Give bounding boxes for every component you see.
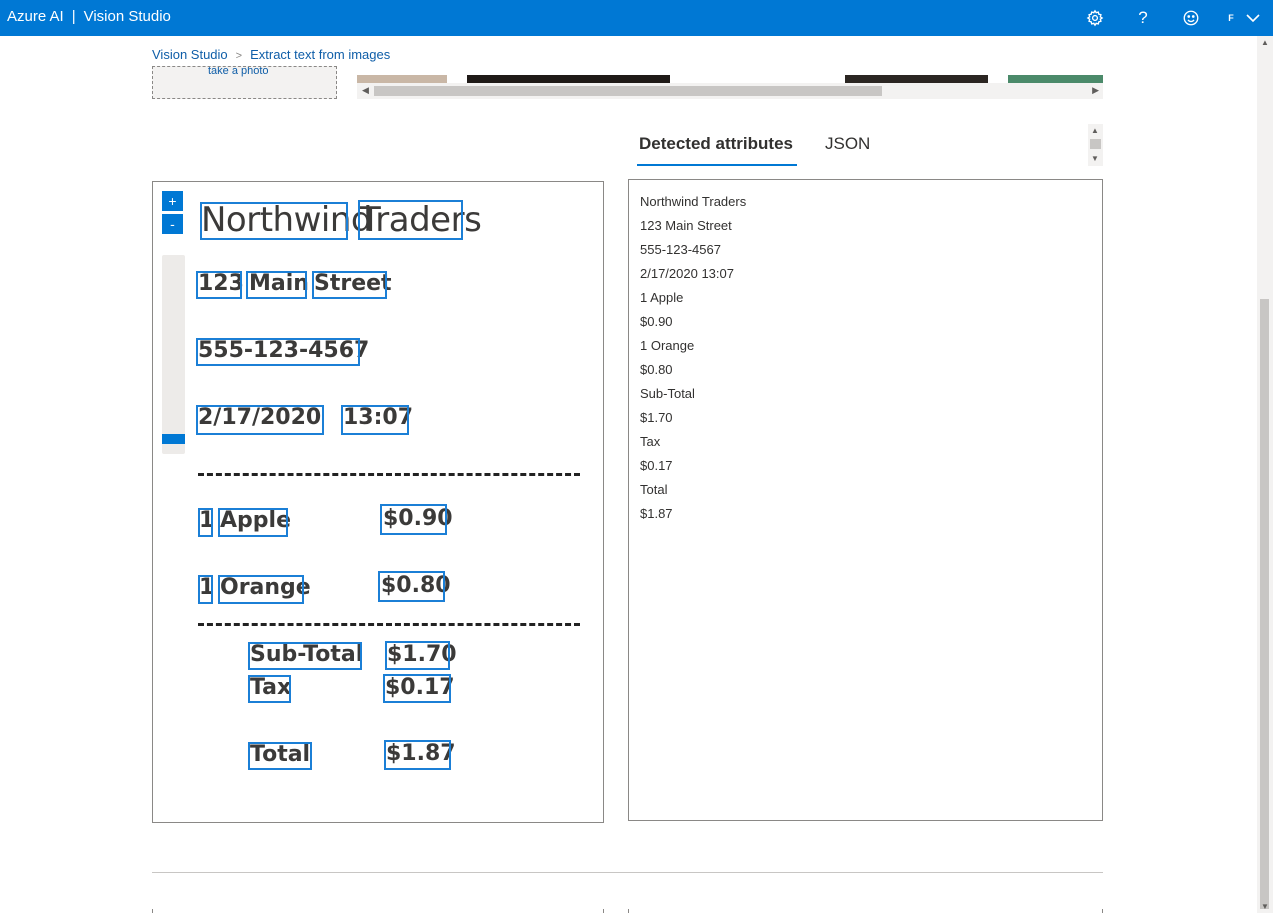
bounding-box[interactable]	[218, 575, 304, 604]
brand-vision-studio: Vision Studio	[83, 8, 171, 25]
sample-thumbnails	[357, 75, 1103, 83]
brand-azure-ai: Azure AI	[7, 8, 64, 25]
panel-edge	[152, 909, 153, 913]
sample-thumbnail[interactable]	[467, 75, 670, 83]
zoom-slider[interactable]	[162, 255, 185, 454]
detected-lines-list: Northwind Traders 123 Main Street 555-12…	[640, 190, 746, 526]
breadcrumb: Vision Studio > Extract text from images	[152, 47, 390, 62]
detected-line: Total	[640, 482, 668, 497]
bounding-box[interactable]	[248, 642, 362, 670]
sample-thumbnail[interactable]	[1008, 75, 1103, 83]
detected-line: Northwind Traders	[640, 194, 747, 209]
image-preview-panel: + - Northwind Traders 123 Main Street 55…	[152, 181, 604, 823]
sample-thumbnail[interactable]	[357, 75, 447, 83]
breadcrumb-extract-text[interactable]: Extract text from images	[250, 47, 390, 62]
scroll-down-icon[interactable]: ▼	[1261, 902, 1269, 911]
detected-line: $1.87	[640, 506, 673, 521]
scroll-up-icon[interactable]: ▲	[1261, 38, 1269, 47]
sample-thumbnail[interactable]	[845, 75, 988, 83]
bounding-box[interactable]	[198, 575, 213, 604]
bounding-box[interactable]	[380, 504, 447, 535]
user-avatar[interactable]: F	[1219, 6, 1243, 30]
help-icon[interactable]: ?	[1131, 6, 1155, 30]
bounding-box[interactable]	[385, 641, 450, 670]
bounding-box[interactable]	[383, 674, 451, 703]
bounding-box[interactable]	[384, 740, 451, 770]
detected-line: $0.90	[640, 314, 673, 329]
panel-edge	[1102, 909, 1103, 913]
breadcrumb-vision-studio[interactable]: Vision Studio	[152, 47, 228, 62]
bounding-box[interactable]	[218, 508, 288, 537]
detected-line: $0.17	[640, 458, 673, 473]
bounding-box[interactable]	[196, 271, 242, 299]
page-scrollbar[interactable]: ▲ ▼	[1257, 36, 1273, 913]
bounding-box[interactable]	[358, 200, 463, 240]
detected-line: Tax	[640, 434, 661, 449]
receipt-divider	[198, 623, 580, 626]
tab-json[interactable]: JSON	[825, 134, 870, 154]
bounding-box[interactable]	[312, 271, 387, 299]
scroll-down-icon[interactable]: ▼	[1091, 154, 1099, 163]
tab-detected-attributes[interactable]: Detected attributes	[637, 134, 797, 166]
top-bar: Azure AI | Vision Studio ? F	[0, 0, 1273, 36]
upload-label: take a photo	[208, 66, 269, 77]
detected-line: Sub-Total	[640, 386, 695, 401]
scrollbar-thumb[interactable]	[1260, 299, 1269, 909]
detected-line: 2/17/2020 13:07	[640, 266, 734, 281]
panel-edge	[628, 909, 629, 913]
detected-line: $0.80	[640, 362, 673, 377]
brand-separator: |	[71, 8, 76, 25]
bounding-box[interactable]	[196, 338, 360, 366]
chevron-down-icon[interactable]	[1241, 6, 1265, 30]
chevron-right-icon: >	[235, 50, 243, 62]
bounding-box[interactable]	[246, 271, 307, 299]
detected-line: $1.70	[640, 410, 673, 425]
zoom-in-button[interactable]: +	[162, 191, 183, 211]
section-divider	[152, 872, 1103, 873]
bounding-box[interactable]	[341, 405, 409, 435]
panel-edge	[603, 909, 604, 913]
zoom-slider-handle[interactable]	[162, 434, 185, 444]
scroll-right-icon[interactable]: ▶	[1092, 85, 1099, 96]
detected-attributes-panel: Northwind Traders 123 Main Street 555-12…	[628, 179, 1103, 821]
bounding-box[interactable]	[200, 202, 348, 240]
detected-line: 123 Main Street	[640, 218, 732, 233]
detected-line: 1 Apple	[640, 290, 684, 305]
receipt-divider	[198, 473, 580, 476]
detected-line: 555-123-4567	[640, 242, 721, 257]
upload-dropzone[interactable]: take a photo	[152, 66, 337, 99]
bounding-box[interactable]	[248, 675, 291, 703]
bounding-box[interactable]	[198, 508, 213, 537]
bounding-box[interactable]	[196, 405, 324, 435]
bounding-box[interactable]	[248, 742, 312, 770]
app-brand[interactable]: Azure AI | Vision Studio	[7, 8, 171, 25]
zoom-out-button[interactable]: -	[162, 214, 183, 234]
scroll-left-icon[interactable]: ◀	[362, 85, 369, 96]
thumbnails-scrollbar[interactable]: ◀ ▶	[357, 83, 1103, 99]
scroll-up-icon[interactable]: ▲	[1091, 126, 1099, 135]
bounding-box[interactable]	[378, 571, 445, 602]
detected-line: 1 Orange	[640, 338, 695, 353]
gear-icon[interactable]	[1083, 6, 1107, 30]
scrollbar-thumb[interactable]	[374, 86, 882, 96]
scrollbar-thumb[interactable]	[1090, 139, 1101, 149]
tabs-scrollbar[interactable]: ▲ ▼	[1088, 124, 1103, 166]
feedback-smiley-icon[interactable]	[1179, 6, 1203, 30]
